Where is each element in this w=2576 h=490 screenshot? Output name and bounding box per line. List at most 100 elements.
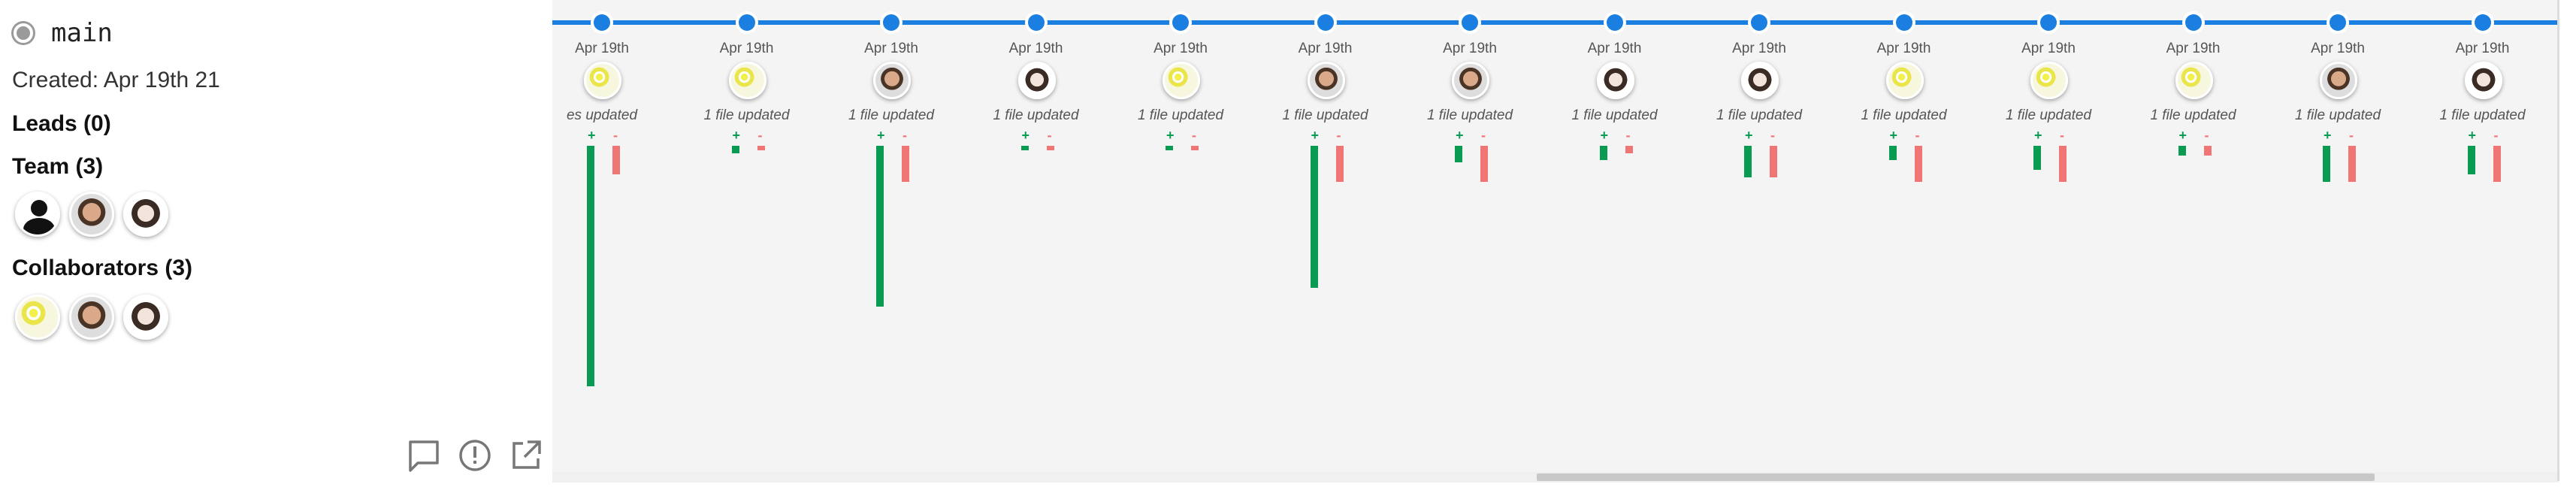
deletions-bar bbox=[1480, 146, 1488, 182]
additions-label: + bbox=[2468, 128, 2477, 143]
collaborator-avatar-man[interactable] bbox=[69, 295, 114, 340]
commit-column[interactable]: Apr 19th 1 file updated + - bbox=[1832, 0, 1976, 481]
commit-date: Apr 19th bbox=[1298, 41, 1353, 56]
deletions-label: - bbox=[613, 128, 618, 143]
additions-bar bbox=[1888, 146, 1897, 161]
commit-author-avatar[interactable] bbox=[1452, 62, 1489, 99]
additions-label: + bbox=[2034, 128, 2042, 143]
commit-timeline[interactable]: Apr 19th es updated + - Apr 19th 1 file updat… bbox=[552, 0, 2559, 481]
comment-icon[interactable] bbox=[406, 437, 442, 473]
commit-node[interactable] bbox=[1606, 14, 1623, 31]
additions-bar bbox=[2467, 146, 2475, 175]
deletions-bar bbox=[902, 146, 909, 182]
commit-files-updated: 1 file updated bbox=[1282, 107, 1368, 123]
additions-bar bbox=[1455, 146, 1462, 163]
collaborator-avatar-woman[interactable] bbox=[123, 295, 168, 340]
additions-label: + bbox=[1311, 128, 1320, 143]
commit-column[interactable]: Apr 19th 1 file updated + - bbox=[819, 0, 963, 481]
additions-label: + bbox=[2178, 128, 2187, 143]
commit-files-updated: 1 file updated bbox=[1716, 107, 1803, 123]
horizontal-scroll-thumb[interactable] bbox=[1537, 473, 2375, 481]
commit-date: Apr 19th bbox=[1732, 41, 1786, 56]
commit-author-avatar[interactable] bbox=[1741, 62, 1779, 99]
team-avatar-man[interactable] bbox=[69, 192, 114, 237]
commit-node[interactable] bbox=[2040, 14, 2057, 31]
commit-node[interactable] bbox=[594, 14, 610, 31]
deletions-bar bbox=[612, 146, 620, 175]
commit-author-avatar[interactable] bbox=[1885, 62, 1924, 99]
deletions-label: - bbox=[1481, 128, 1486, 143]
commit-author-avatar[interactable] bbox=[1596, 62, 1634, 99]
horizontal-scrollbar[interactable] bbox=[552, 472, 2559, 482]
commit-files-updated: 1 file updated bbox=[2005, 107, 2092, 123]
commit-date: Apr 19th bbox=[864, 41, 918, 56]
commit-author-avatar[interactable] bbox=[873, 62, 911, 99]
commit-node[interactable] bbox=[2184, 14, 2202, 31]
commit-column[interactable]: Apr 19th 1 file updated + - bbox=[2411, 0, 2555, 481]
commit-node[interactable] bbox=[1317, 14, 1334, 31]
commit-author-avatar[interactable] bbox=[2030, 62, 2068, 99]
commit-node[interactable] bbox=[1027, 14, 1045, 31]
alert-icon[interactable] bbox=[457, 437, 493, 473]
commit-node[interactable] bbox=[1895, 14, 1912, 31]
commit-author-avatar[interactable] bbox=[584, 62, 621, 99]
deletions-label: - bbox=[2204, 128, 2209, 143]
commit-column[interactable]: Apr 19th 1 file updated + - bbox=[964, 0, 1108, 481]
commit-date: Apr 19th bbox=[2311, 41, 2365, 56]
deletions-bar bbox=[1625, 146, 1633, 153]
deletions-label: - bbox=[2060, 128, 2064, 143]
commit-column[interactable]: Apr 19th es updated + - bbox=[552, 0, 674, 481]
commit-column[interactable]: Apr 19th 1 file updated + - bbox=[1253, 0, 1398, 481]
timeline-divider bbox=[2557, 0, 2559, 481]
deletions-bar bbox=[1191, 146, 1199, 151]
commit-column[interactable]: Apr 19th 1 file updated + - bbox=[1108, 0, 1253, 481]
additions-bar bbox=[2178, 146, 2186, 156]
commit-column[interactable]: Apr 19th 1 file updated + - bbox=[2121, 0, 2266, 481]
open-external-icon[interactable] bbox=[508, 437, 544, 473]
additions-label: + bbox=[588, 128, 596, 143]
commit-author-avatar[interactable] bbox=[2464, 62, 2502, 99]
commit-column[interactable]: Apr 19th 1 file updated + - bbox=[1687, 0, 1831, 481]
deletions-label: - bbox=[1770, 128, 1775, 143]
deletions-label: - bbox=[903, 128, 907, 143]
deletions-bar bbox=[2493, 146, 2501, 182]
commit-date: Apr 19th bbox=[2166, 41, 2221, 56]
commit-author-avatar[interactable] bbox=[728, 62, 766, 99]
commit-date: Apr 19th bbox=[719, 41, 774, 56]
additions-bar bbox=[876, 146, 884, 307]
deletions-label: - bbox=[1047, 128, 1052, 143]
additions-bar bbox=[1310, 146, 1318, 288]
commit-files-updated: 1 file updated bbox=[1137, 107, 1224, 123]
commit-node[interactable] bbox=[2330, 14, 2346, 31]
created-date: Created: Apr 19th 21 bbox=[12, 68, 220, 92]
commit-column[interactable]: Apr 19th 1 file updated + - bbox=[1543, 0, 1687, 481]
additions-label: + bbox=[1745, 128, 1753, 143]
team-avatar-woman[interactable] bbox=[123, 192, 168, 237]
commit-files-updated: 1 file updated bbox=[993, 107, 1079, 123]
commit-node[interactable] bbox=[738, 14, 755, 31]
deletions-bar bbox=[2348, 146, 2356, 182]
commit-node[interactable] bbox=[883, 14, 899, 31]
branch-header[interactable]: main bbox=[14, 18, 113, 48]
commit-column[interactable]: Apr 19th 1 file updated + - bbox=[675, 0, 819, 481]
commit-author-avatar[interactable] bbox=[1017, 62, 1056, 99]
commit-author-avatar[interactable] bbox=[1307, 62, 1345, 99]
deletions-bar bbox=[1770, 146, 1777, 177]
collaborator-avatar-cartoon[interactable] bbox=[15, 295, 60, 340]
commit-author-avatar[interactable] bbox=[1163, 62, 1200, 99]
commit-column[interactable]: Apr 19th 1 file updated + - bbox=[1976, 0, 2121, 481]
commit-node[interactable] bbox=[1462, 14, 1478, 31]
commit-author-avatar[interactable] bbox=[2320, 62, 2357, 99]
commit-column[interactable]: Apr 19th 1 file updated + - bbox=[2266, 0, 2410, 481]
deletions-bar bbox=[1335, 146, 1344, 182]
commit-node[interactable] bbox=[1172, 14, 1189, 31]
commit-column[interactable]: Apr 19th 1 file updated + - bbox=[1398, 0, 1542, 481]
additions-label: + bbox=[732, 128, 741, 143]
commit-author-avatar[interactable] bbox=[2175, 62, 2213, 99]
commit-files-updated: 1 file updated bbox=[1571, 107, 1658, 123]
commit-node[interactable] bbox=[1751, 14, 1767, 31]
commit-node[interactable] bbox=[2474, 14, 2491, 31]
commit-files-updated: 1 file updated bbox=[848, 107, 935, 123]
team-avatar-user[interactable] bbox=[15, 192, 60, 237]
additions-bar bbox=[1744, 146, 1752, 177]
